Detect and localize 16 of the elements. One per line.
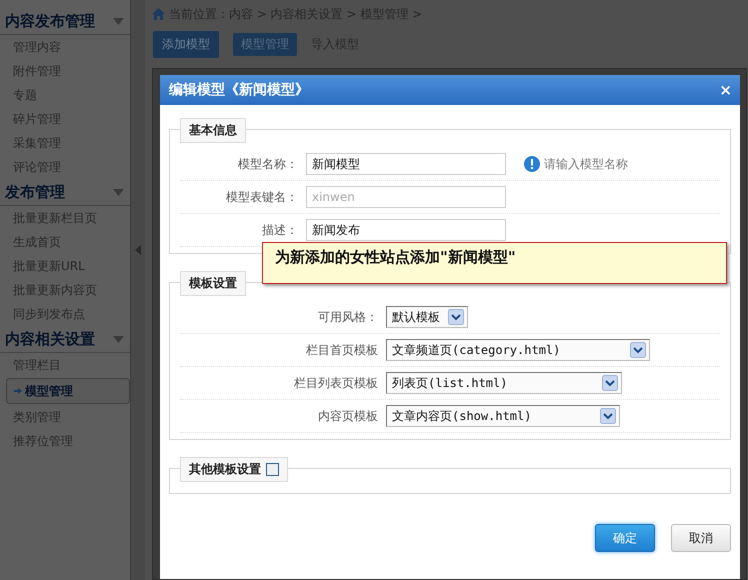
field-label: 栏目首页模板 xyxy=(305,342,379,358)
callout-note: 为新添加的女性站点添加"新闻模型" xyxy=(262,242,727,284)
section-title: 其他模板设置 xyxy=(189,461,261,478)
hint-text: 请输入模型名称 xyxy=(544,156,628,172)
field-label: 栏目列表页模板 xyxy=(293,374,379,392)
field-label: 描述： xyxy=(261,222,299,238)
section-title: 模板设置 xyxy=(189,275,237,292)
field-label: 模型表键名： xyxy=(225,188,299,206)
sidebar-group-title: 内容发布管理 xyxy=(5,12,95,30)
field-label: 内容页模板 xyxy=(317,408,379,424)
field-label: 模型名称： xyxy=(237,156,299,172)
sidebar-group-title: 发布管理 xyxy=(5,182,65,202)
field-label: 可用风格： xyxy=(317,308,379,326)
dialog-title: 编辑模型《新闻模型》 xyxy=(169,81,309,99)
section-title: 基本信息 xyxy=(189,122,237,139)
sidebar-group-title: 内容相关设置 xyxy=(5,330,95,348)
